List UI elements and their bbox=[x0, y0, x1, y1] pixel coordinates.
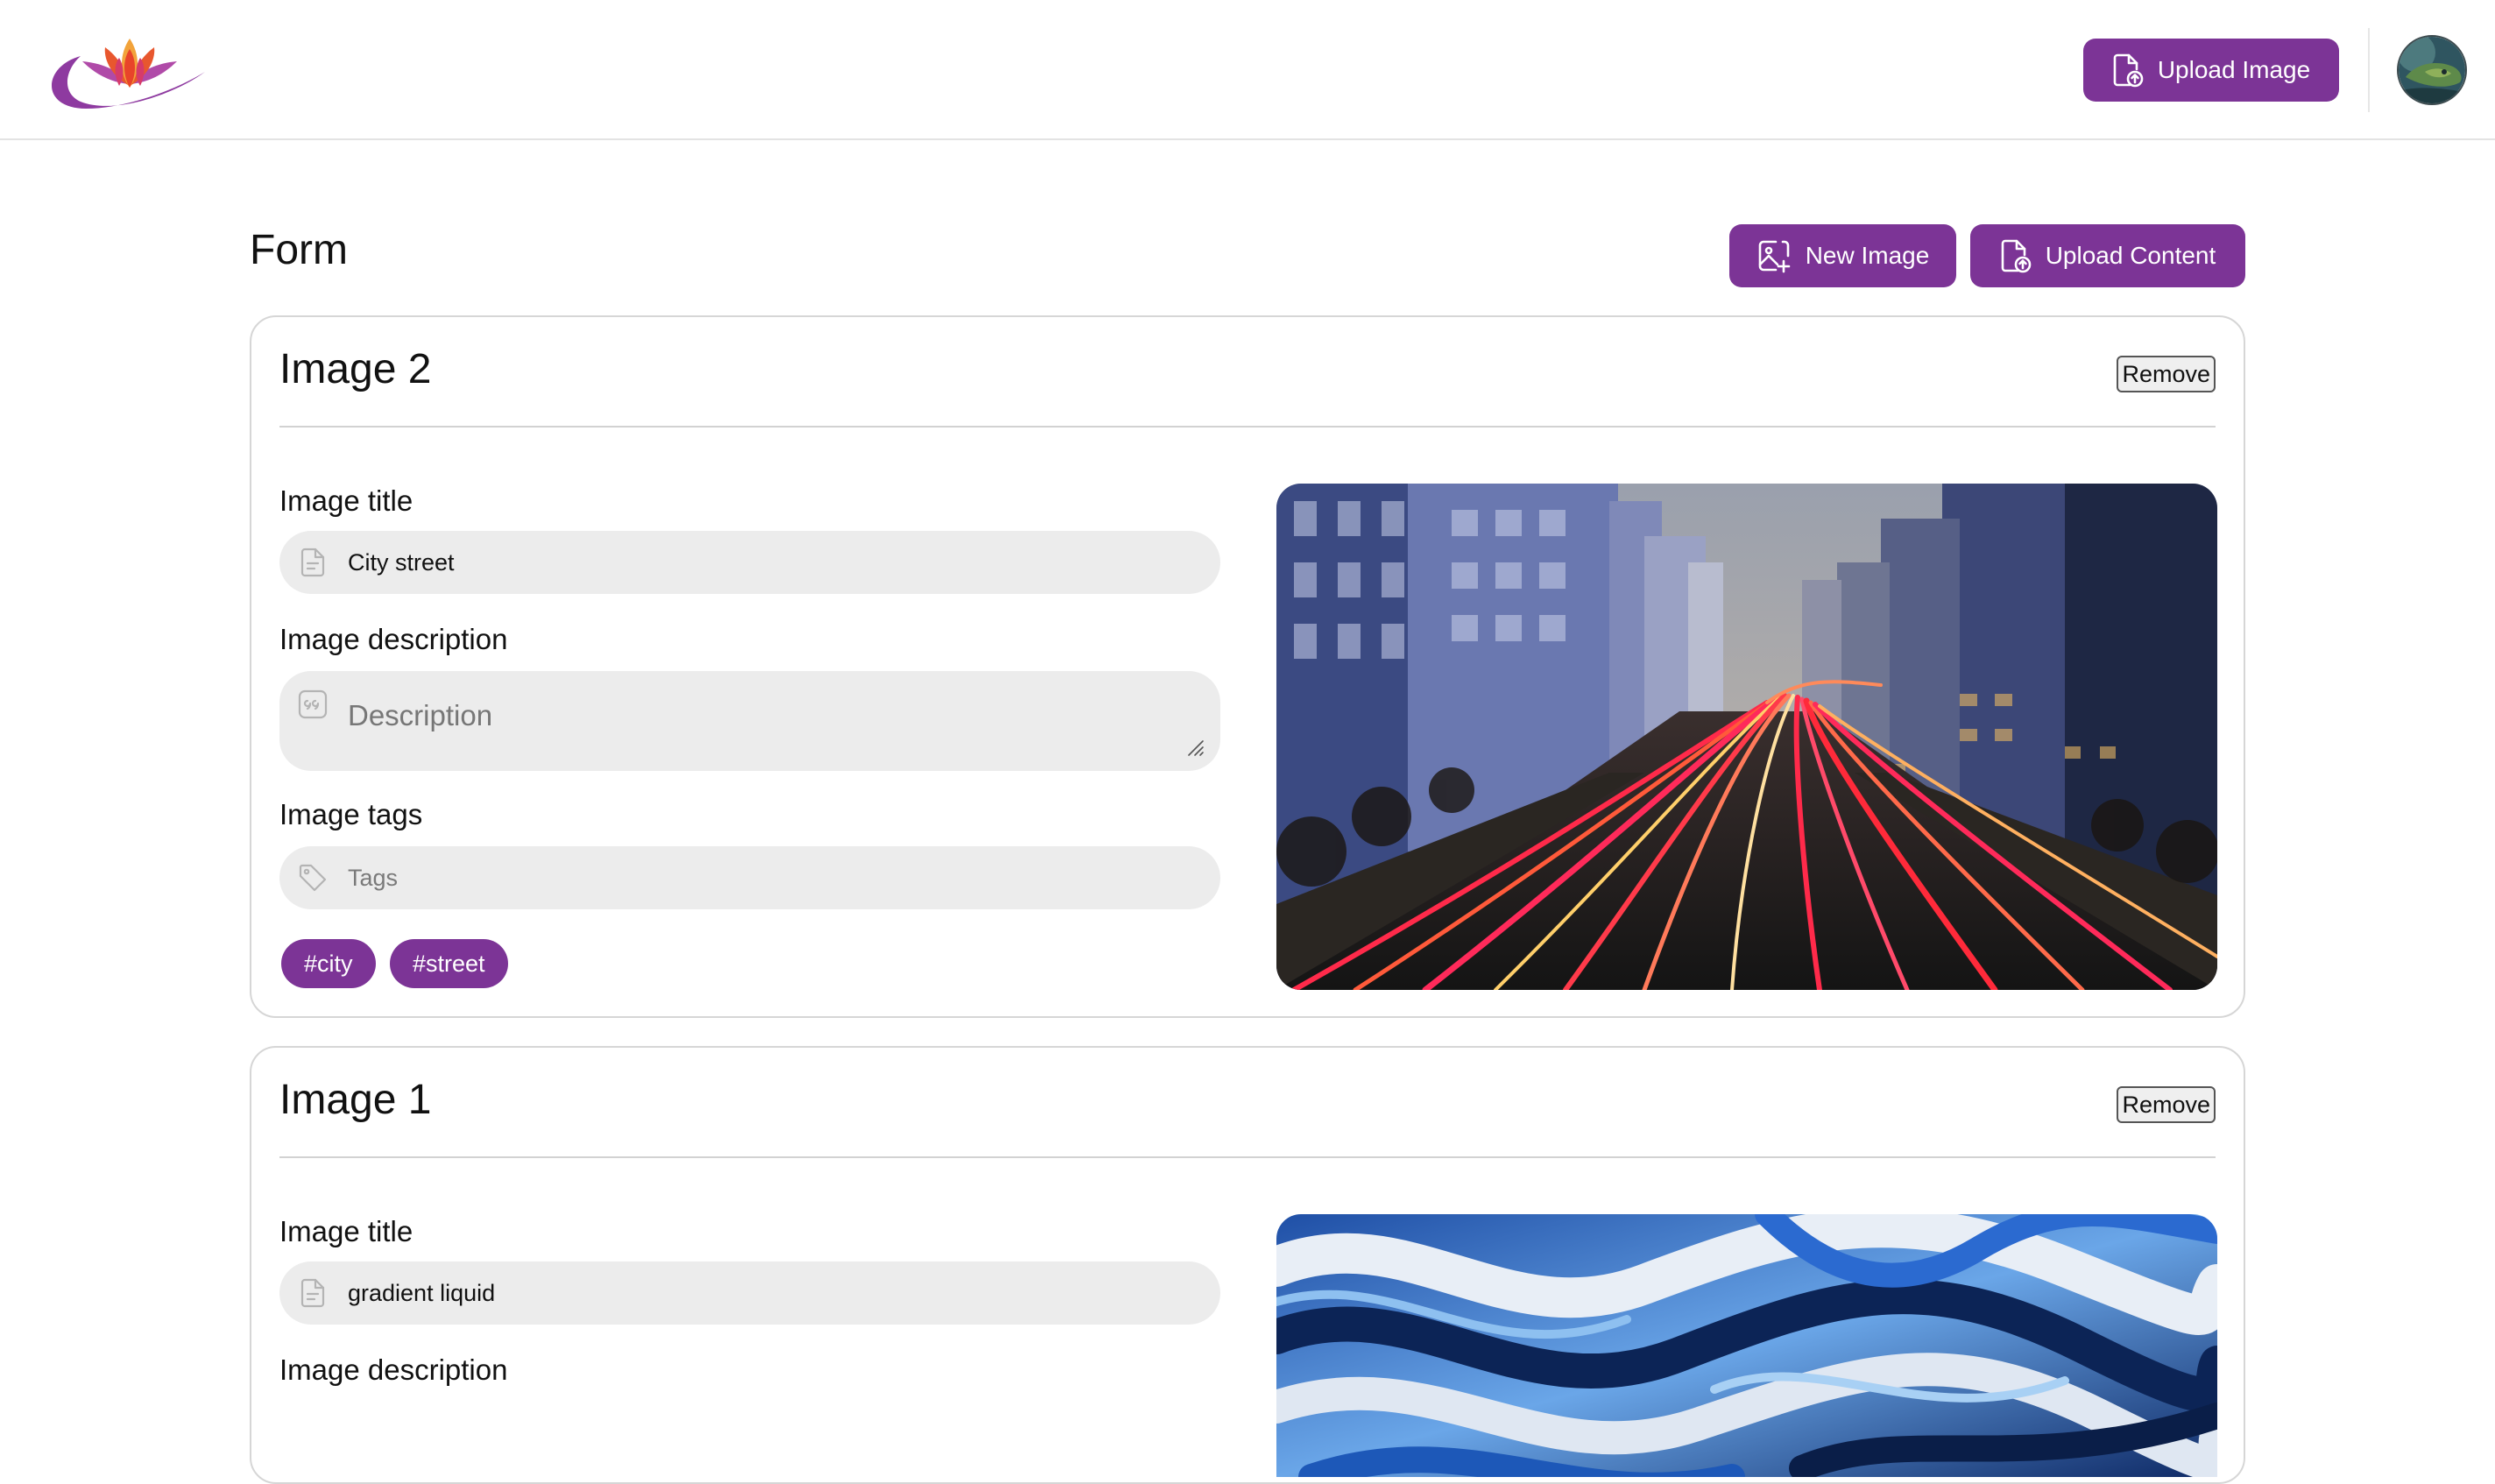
image-description-label: Image description bbox=[279, 623, 508, 655]
upload-content-button[interactable]: Upload Content bbox=[1970, 224, 2245, 287]
image-description-label: Image description bbox=[279, 1353, 508, 1386]
card-title: Image 1 bbox=[279, 1077, 432, 1123]
image-description-input[interactable] bbox=[346, 685, 1220, 771]
card-divider bbox=[279, 1156, 2216, 1158]
header-divider bbox=[2368, 28, 2370, 112]
remove-button[interactable]: Remove bbox=[2117, 356, 2216, 392]
image-title-label: Image title bbox=[279, 484, 413, 517]
top-bar: Upload Image bbox=[0, 0, 2495, 140]
page-title: Form bbox=[250, 227, 348, 273]
new-image-label: New Image bbox=[1805, 242, 1930, 269]
remove-button[interactable]: Remove bbox=[2117, 1086, 2216, 1123]
image-preview bbox=[1276, 1214, 2217, 1477]
image-plus-icon bbox=[1758, 240, 1790, 273]
tag-chip[interactable]: #street bbox=[390, 939, 508, 988]
upload-content-label: Upload Content bbox=[2045, 242, 2216, 269]
image-card: Image 1 Remove Image title Image descrip… bbox=[250, 1046, 2245, 1484]
image-tags-label: Image tags bbox=[279, 798, 423, 830]
image-title-input[interactable] bbox=[346, 1261, 1220, 1325]
new-image-button[interactable]: New Image bbox=[1729, 224, 1956, 287]
image-tags-field[interactable] bbox=[279, 846, 1220, 909]
upload-image-button[interactable]: Upload Image bbox=[2083, 39, 2339, 102]
document-icon bbox=[295, 545, 330, 580]
tag-chip[interactable]: #city bbox=[281, 939, 376, 988]
image-title-field[interactable] bbox=[279, 1261, 1220, 1325]
image-description-field[interactable] bbox=[279, 671, 1220, 771]
image-card: Image 2 Remove Image title Image descrip… bbox=[250, 315, 2245, 1018]
tag-icon bbox=[295, 860, 330, 895]
image-title-field[interactable] bbox=[279, 531, 1220, 594]
image-title-label: Image title bbox=[279, 1215, 413, 1247]
image-preview bbox=[1276, 484, 2217, 990]
card-title: Image 2 bbox=[279, 346, 432, 392]
quote-icon bbox=[295, 687, 330, 722]
file-upload-icon bbox=[2113, 53, 2144, 88]
upload-image-label: Upload Image bbox=[2157, 56, 2311, 83]
resize-handle-icon[interactable] bbox=[1185, 738, 1205, 757]
avatar[interactable] bbox=[2397, 35, 2467, 105]
lotus-logo[interactable] bbox=[46, 32, 209, 119]
file-upload-icon bbox=[2001, 239, 2032, 273]
image-title-input[interactable] bbox=[346, 531, 1220, 594]
image-tags-input[interactable] bbox=[346, 846, 1220, 909]
document-icon bbox=[295, 1276, 330, 1311]
card-divider bbox=[279, 426, 2216, 428]
